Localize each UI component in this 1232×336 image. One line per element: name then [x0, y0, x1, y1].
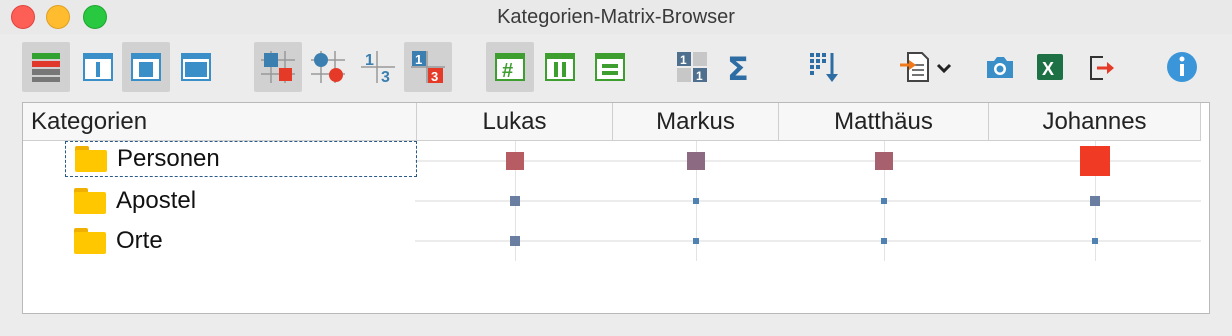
gridline	[415, 200, 1201, 202]
squares-display-button[interactable]	[254, 42, 302, 92]
column-header-matthaeus[interactable]: Matthäus	[779, 103, 989, 141]
info-icon	[1167, 52, 1197, 82]
folder-icon	[74, 188, 106, 214]
info-button[interactable]	[1158, 42, 1206, 92]
camera-button[interactable]	[976, 42, 1024, 92]
category-label: Apostel	[116, 187, 197, 214]
matrix-cell-square[interactable]	[693, 238, 699, 244]
matrix-cell-square[interactable]	[881, 198, 887, 204]
column-header-categories[interactable]: Kategorien	[23, 103, 417, 141]
category-row-personen[interactable]: Personen	[65, 141, 417, 177]
svg-text:#: #	[502, 60, 513, 82]
excel-icon: X	[1037, 54, 1063, 80]
column-header-markus[interactable]: Markus	[613, 103, 779, 141]
folder-icon	[75, 146, 107, 172]
sort-descending-button[interactable]	[798, 42, 846, 92]
full-view-icon	[181, 53, 211, 81]
column-view-icon	[83, 53, 113, 81]
center-view-button[interactable]	[122, 42, 170, 92]
svg-text:1: 1	[680, 53, 687, 67]
circles-display-button[interactable]	[304, 42, 352, 92]
matrix-cell-square[interactable]	[1092, 238, 1098, 244]
exit-icon	[1090, 56, 1114, 80]
column-header-lukas[interactable]: Lukas	[417, 103, 613, 141]
highlighted-numbers-icon: 1 3	[411, 51, 445, 84]
gridline	[415, 240, 1201, 242]
svg-text:1: 1	[415, 52, 422, 67]
squares-display-icon	[261, 51, 295, 83]
color-rows-button[interactable]	[22, 42, 70, 92]
numbers-display-button[interactable]: 1 3	[354, 42, 402, 92]
full-view-button[interactable]	[172, 42, 220, 92]
grid-cell-icon: #	[495, 53, 525, 82]
export-dropdown-button[interactable]	[896, 42, 960, 92]
matrix-cell-square[interactable]	[1090, 196, 1100, 206]
column-header-johannes[interactable]: Johannes	[989, 103, 1201, 141]
svg-text:3: 3	[431, 69, 438, 84]
export-dropdown-icon	[900, 52, 952, 82]
circles-display-icon	[311, 51, 345, 83]
matrix-cell-square[interactable]	[510, 236, 520, 246]
folder-icon	[74, 228, 106, 254]
column-cell-icon	[545, 53, 575, 81]
title-bar: Kategorien-Matrix-Browser	[0, 0, 1232, 34]
highlighted-numbers-button[interactable]: 1 3	[404, 42, 452, 92]
svg-text:X: X	[1042, 59, 1054, 79]
excel-button[interactable]: X	[1026, 42, 1074, 92]
matrix-cell-square[interactable]	[506, 152, 524, 170]
column-view-button[interactable]	[74, 42, 122, 92]
grid-cell-button[interactable]: #	[486, 42, 534, 92]
sum-icon: Σ	[727, 50, 749, 84]
exit-button[interactable]	[1076, 42, 1124, 92]
sort-descending-icon	[810, 53, 838, 82]
matrix-cell-square[interactable]	[693, 198, 699, 204]
tile-numbers-button[interactable]: 1 1	[668, 42, 716, 92]
window-title: Kategorien-Matrix-Browser	[497, 6, 735, 28]
svg-text:Σ: Σ	[727, 50, 749, 84]
tile-numbers-icon: 1 1	[677, 52, 707, 83]
svg-text:3: 3	[381, 69, 390, 85]
row-cell-button[interactable]	[586, 42, 634, 92]
category-label: Personen	[117, 145, 220, 172]
matrix-cell-square[interactable]	[1080, 146, 1110, 176]
row-cell-icon	[595, 53, 625, 81]
numbers-display-icon: 1 3	[361, 51, 395, 85]
category-row-orte[interactable]: Orte	[65, 223, 417, 259]
sum-button[interactable]: Σ	[716, 42, 764, 92]
center-view-icon	[131, 53, 161, 81]
category-row-apostel[interactable]: Apostel	[65, 183, 417, 219]
svg-text:1: 1	[696, 69, 703, 83]
column-cell-button[interactable]	[536, 42, 584, 92]
color-rows-icon	[32, 53, 60, 82]
toolbar: 1 3 1 3 # 1 1 Σ X	[0, 34, 1232, 100]
category-label: Orte	[116, 227, 163, 254]
matrix-cell-square[interactable]	[875, 152, 893, 170]
matrix-cell-square[interactable]	[510, 196, 520, 206]
matrix-grid: Kategorien Lukas Markus Matthäus Johanne…	[22, 102, 1210, 314]
svg-text:1: 1	[365, 52, 374, 69]
matrix-cell-square[interactable]	[687, 152, 705, 170]
camera-icon	[987, 57, 1013, 78]
matrix-cell-square[interactable]	[881, 238, 887, 244]
